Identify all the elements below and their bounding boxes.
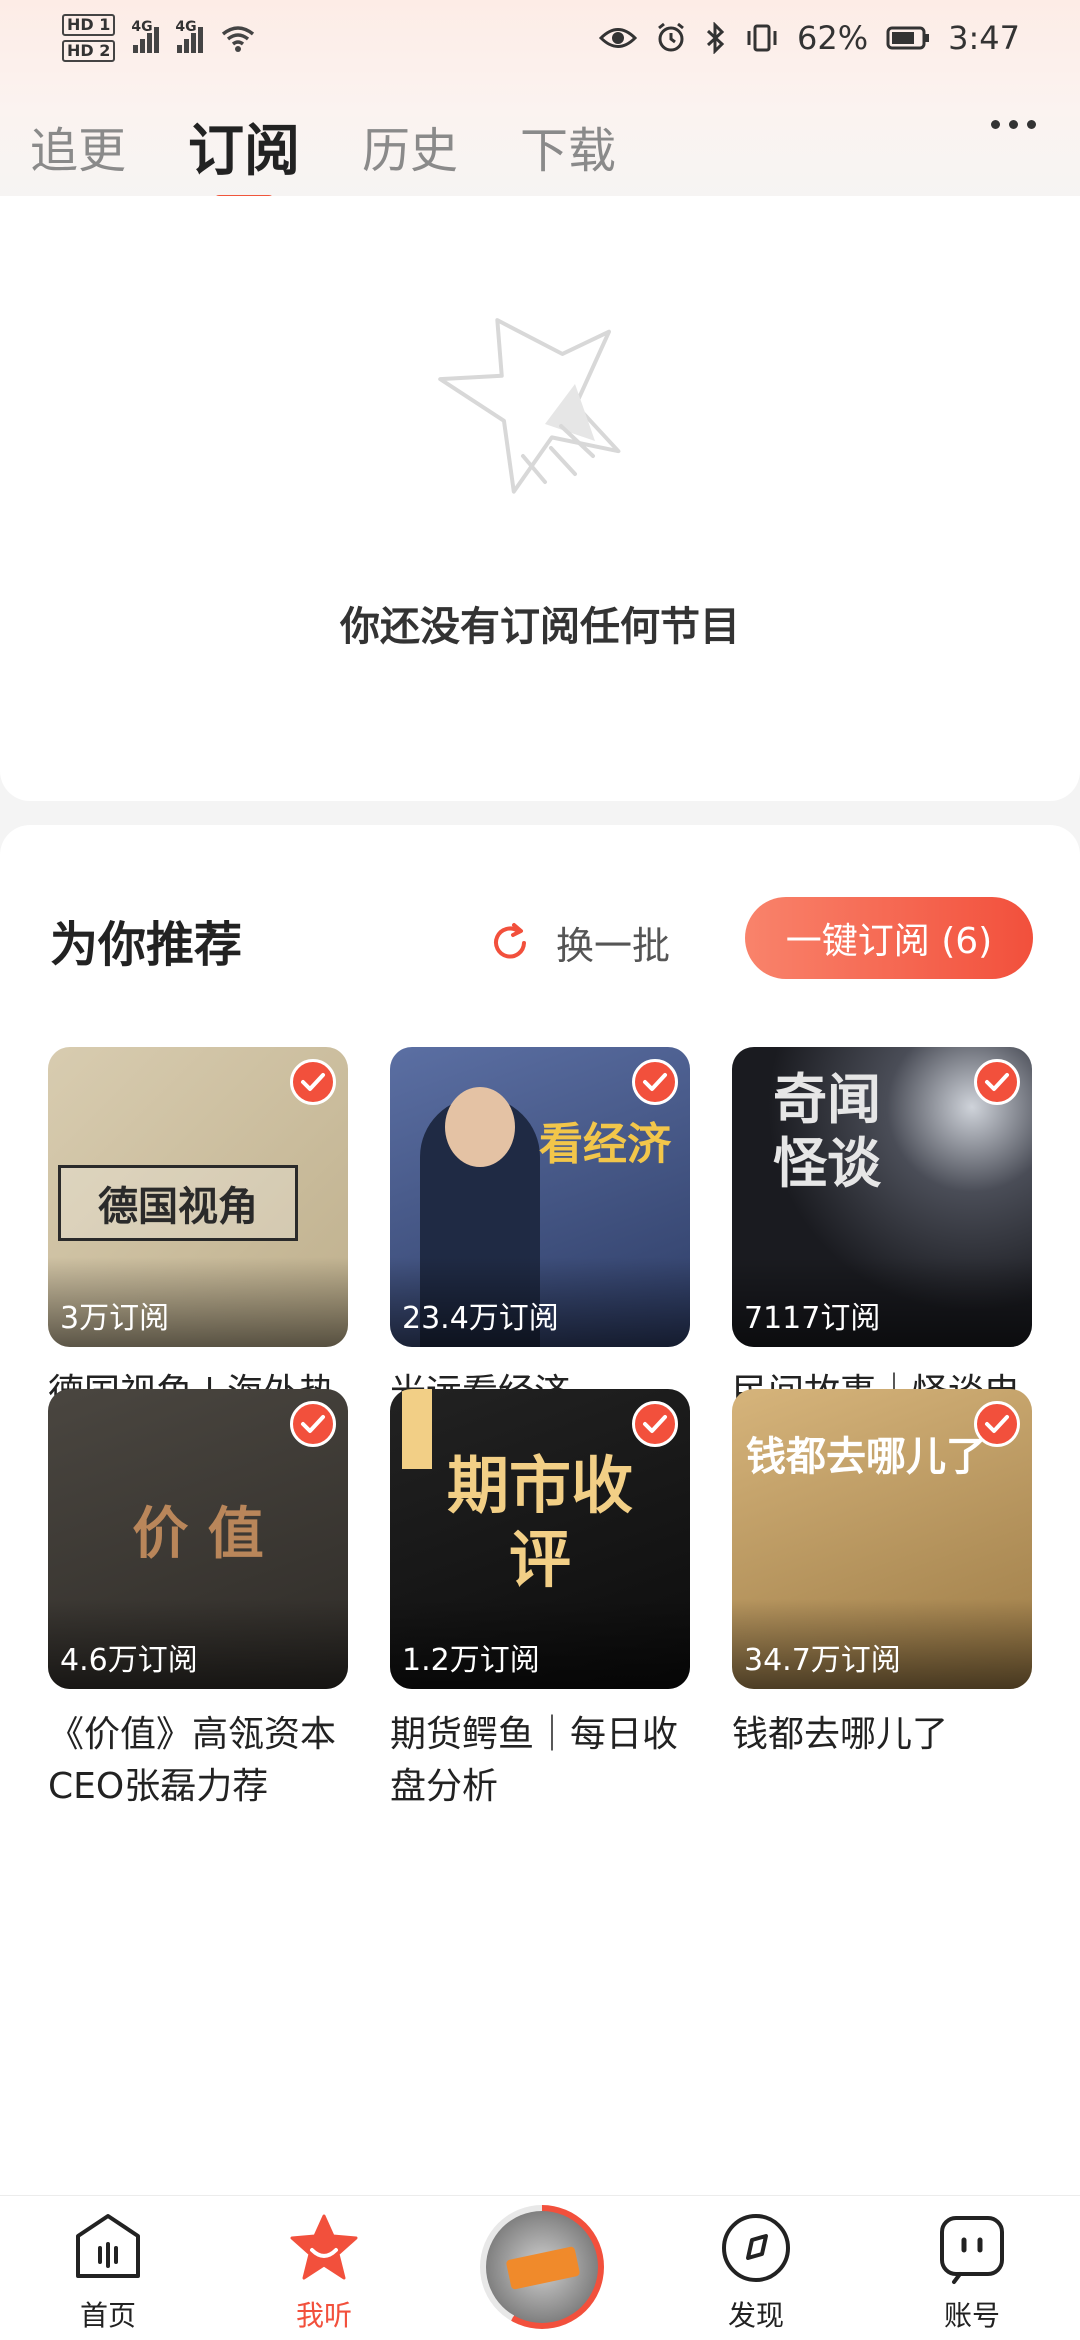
program-name[interactable]: 钱都去哪儿了 [732,1709,1032,1761]
nav-listening[interactable]: 我听 [249,2210,399,2334]
empty-message: 你还没有订阅任何节目 [340,604,740,650]
subscriber-count: 1.2万订阅 [402,1643,540,1678]
tab-subscriptions[interactable]: 订阅 [188,106,300,187]
status-right: 62% 3:47 [599,19,1020,57]
signal-2-icon: 4G [175,19,204,53]
net-type-1: 4G [131,19,153,35]
home-icon [76,2214,140,2278]
signal-1-icon: 4G [131,19,160,53]
nav-discover[interactable]: 发现 [681,2210,831,2334]
more-dot-icon [991,120,1000,129]
nav-home-label: 首页 [79,2299,136,2332]
nav-listening-label: 我听 [295,2299,352,2332]
refresh-batch-button[interactable]: 换一批 [488,915,670,970]
subscriber-count: 3万订阅 [60,1301,170,1336]
battery-percent: 62% [797,19,869,57]
cover-image[interactable]: 期市收评 1.2万订阅 [390,1389,690,1689]
cover-image[interactable]: 价 值 4.6万订阅 [48,1389,348,1689]
listening-star-icon [290,2214,358,2280]
cover-title: 看经济 [539,1119,671,1170]
selected-check-icon[interactable] [290,1401,336,1447]
cover-image[interactable]: 看经济 23.4万订阅 [390,1047,690,1347]
more-options-button[interactable] [991,120,1036,129]
nav-discover-label: 发现 [727,2299,784,2332]
subscriber-count: 7117订阅 [744,1301,881,1336]
top-tabs: 追更 订阅 历史 下载 [0,96,1080,196]
nav-account[interactable]: 账号 [897,2210,1047,2334]
nav-home[interactable]: 首页 [33,2210,183,2334]
cover-face [445,1087,515,1167]
eye-icon [599,28,638,48]
now-playing-disc[interactable] [480,2205,604,2329]
more-dot-icon [1027,120,1036,129]
subscriber-count: 23.4万订阅 [402,1301,559,1336]
cover-image[interactable]: 奇闻怪谈 7117订阅 [732,1047,1032,1347]
cover-title: 奇闻怪谈 [773,1067,881,1195]
program-name[interactable]: 期货鳄鱼｜每日收盘分析 [390,1709,690,1813]
hd1-badge: HD 1 [62,14,116,36]
cover-image[interactable]: 德国视角 3万订阅 [48,1047,348,1347]
tab-history[interactable]: 历史 [362,111,458,181]
more-dot-icon [1009,120,1018,129]
status-bar: HD 1 HD 2 4G 4G 62% 3:47 [0,0,1080,76]
selected-check-icon[interactable] [290,1059,336,1105]
account-icon [940,2216,1004,2284]
recommend-item[interactable]: 看经济 23.4万订阅 光远看经济 [390,1047,690,1419]
cover-title: 德国视角 [58,1165,298,1241]
wifi-icon [222,26,255,52]
tab-following[interactable]: 追更 [30,111,126,181]
program-name[interactable]: 《价值》高瓴资本CEO张磊力荐 [48,1709,348,1813]
recommend-item[interactable]: 期市收评 1.2万订阅 期货鳄鱼｜每日收盘分析 [390,1389,690,1813]
empty-subscriptions-card: 你还没有订阅任何节目 [0,196,1080,801]
selected-check-icon[interactable] [632,1401,678,1447]
net-type-2: 4G [175,19,197,35]
subscriber-count: 34.7万订阅 [744,1643,901,1678]
nav-account-label: 账号 [943,2299,1000,2332]
cover-ribbon [402,1389,432,1469]
hd-indicators: HD 1 HD 2 [62,14,116,62]
refresh-icon [494,922,526,958]
recommend-title: 为你推荐 [50,917,243,973]
tab-downloads[interactable]: 下载 [520,111,616,181]
recommend-item[interactable]: 钱都去哪儿了 34.7万订阅 钱都去哪儿了 [732,1389,1032,1761]
refresh-label: 换一批 [556,924,671,968]
subscribe-all-button[interactable]: 一键订阅 (6) [745,897,1033,979]
now-playing-cover-tag [505,2246,581,2290]
clock-time: 3:47 [948,19,1020,57]
selected-check-icon[interactable] [974,1059,1020,1105]
recommend-card: 为你推荐 换一批 一键订阅 (6) 德国视角 3万订阅 德国视角 | 海外热点故… [0,825,1080,2195]
compass-icon [722,2214,790,2282]
selected-check-icon[interactable] [632,1059,678,1105]
hd2-badge: HD 2 [62,40,116,62]
cover-image[interactable]: 钱都去哪儿了 34.7万订阅 [732,1389,1032,1689]
status-left: HD 1 HD 2 4G 4G [62,14,255,62]
selected-check-icon[interactable] [974,1401,1020,1447]
battery-icon [886,26,930,50]
cover-title: 价 值 [132,1501,264,1567]
cover-title: 期市收评 [446,1449,633,1596]
subscribe-all-label: 一键订阅 (6) [785,921,993,962]
vibrate-icon [747,24,777,52]
empty-star-icon [438,318,621,494]
bluetooth-icon [706,22,725,54]
alarm-icon [658,22,684,52]
recommend-item[interactable]: 价 值 4.6万订阅 《价值》高瓴资本CEO张磊力荐 [48,1389,348,1813]
subscriber-count: 4.6万订阅 [60,1643,198,1678]
cover-title: 钱都去哪儿了 [746,1433,986,1480]
now-playing-cover [486,2211,598,2323]
